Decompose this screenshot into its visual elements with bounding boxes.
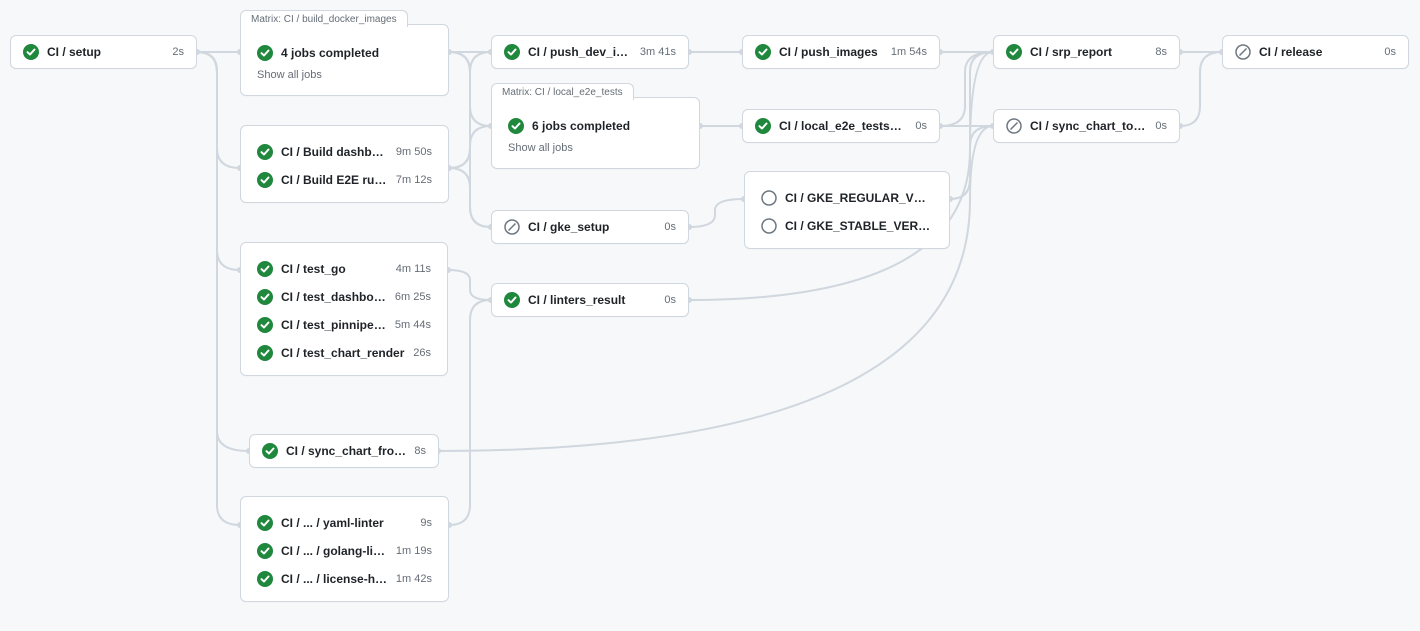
job-build-dashboard-image[interactable]: CI / Build dashboard i... 9m 50s (249, 138, 440, 166)
job-duration: 5m 44s (395, 319, 431, 331)
show-all-jobs-link[interactable]: Show all jobs (249, 67, 440, 81)
job-label: CI / test_go (281, 262, 388, 276)
job-duration: 1m 19s (396, 545, 432, 557)
pending-icon (761, 218, 777, 234)
job-label: CI / sync_chart_from_bitna... (286, 444, 406, 458)
matrix-summary-row[interactable]: 4 jobs completed (249, 39, 440, 67)
success-icon (257, 543, 273, 559)
job-yaml-linter[interactable]: CI / ... / yaml-linter 9s (249, 509, 440, 537)
job-duration: 9s (420, 517, 432, 529)
job-label: CI / GKE_REGULAR_VERSION... (785, 191, 933, 205)
success-icon (257, 261, 273, 277)
success-icon (1006, 44, 1022, 60)
job-sync-chart-to-bitnami[interactable]: CI / sync_chart_to_bitnami 0s (993, 109, 1180, 143)
pending-icon (761, 190, 777, 206)
job-gke-stable-version[interactable]: CI / GKE_STABLE_VERSION / ... (753, 212, 941, 240)
job-gke-regular-version[interactable]: CI / GKE_REGULAR_VERSION... (753, 184, 941, 212)
job-test-chart-render[interactable]: CI / test_chart_render 26s (249, 339, 439, 367)
job-label: CI / push_images (779, 45, 883, 59)
job-duration: 26s (413, 347, 431, 359)
job-group-linters: CI / ... / yaml-linter 9s CI / ... / gol… (240, 496, 449, 602)
job-label: CI / setup (47, 45, 164, 59)
matrix-tab: Matrix: CI / build_docker_images (240, 10, 408, 27)
job-local-e2e-tests-result[interactable]: CI / local_e2e_tests_result 0s (742, 109, 940, 143)
job-duration: 0s (664, 294, 676, 306)
job-label: CI / test_dashboard (281, 290, 387, 304)
skipped-icon (504, 219, 520, 235)
job-duration: 9m 50s (396, 146, 432, 158)
success-icon (257, 571, 273, 587)
job-duration: 0s (1155, 120, 1167, 132)
job-label: CI / test_pinniped_proxy (281, 318, 387, 332)
job-duration: 7m 12s (396, 174, 432, 186)
matrix-build-docker-images[interactable]: Matrix: CI / build_docker_images 4 jobs … (240, 24, 449, 96)
success-icon (257, 515, 273, 531)
matrix-summary: 4 jobs completed (281, 46, 432, 60)
skipped-icon (1006, 118, 1022, 134)
success-icon (257, 289, 273, 305)
job-sync-chart-from-bitnami[interactable]: CI / sync_chart_from_bitna... 8s (249, 434, 439, 468)
job-duration: 0s (1384, 46, 1396, 58)
job-label: CI / ... / golang-linter (281, 544, 388, 558)
job-duration: 4m 11s (396, 263, 431, 275)
job-label: CI / ... / license-header... (281, 572, 388, 586)
workflow-connectors (0, 0, 1420, 631)
matrix-tab: Matrix: CI / local_e2e_tests (491, 83, 634, 100)
job-test-dashboard[interactable]: CI / test_dashboard 6m 25s (249, 283, 439, 311)
success-icon (504, 292, 520, 308)
job-duration: 1m 42s (396, 573, 432, 585)
job-label: CI / GKE_STABLE_VERSION / ... (785, 219, 933, 233)
job-group-build: CI / Build dashboard i... 9m 50s CI / Bu… (240, 125, 449, 203)
job-srp-report[interactable]: CI / srp_report 8s (993, 35, 1180, 69)
success-icon (508, 118, 524, 134)
skipped-icon (1235, 44, 1251, 60)
job-group-tests: CI / test_go 4m 11s CI / test_dashboard … (240, 242, 448, 376)
show-all-jobs-link[interactable]: Show all jobs (500, 140, 691, 154)
success-icon (257, 45, 273, 61)
job-label: CI / sync_chart_to_bitnami (1030, 119, 1147, 133)
job-duration: 0s (664, 221, 676, 233)
job-push-dev-images[interactable]: CI / push_dev_images 3m 41s (491, 35, 689, 69)
job-duration: 3m 41s (640, 46, 676, 58)
job-linters-result[interactable]: CI / linters_result 0s (491, 283, 689, 317)
job-setup[interactable]: CI / setup 2s (10, 35, 197, 69)
success-icon (257, 345, 273, 361)
success-icon (257, 317, 273, 333)
job-release[interactable]: CI / release 0s (1222, 35, 1409, 69)
success-icon (257, 172, 273, 188)
success-icon (262, 443, 278, 459)
matrix-summary: 6 jobs completed (532, 119, 683, 133)
job-duration: 0s (915, 120, 927, 132)
job-test-pinniped-proxy[interactable]: CI / test_pinniped_proxy 5m 44s (249, 311, 439, 339)
success-icon (23, 44, 39, 60)
job-label: CI / push_dev_images (528, 45, 632, 59)
job-label: CI / ... / yaml-linter (281, 516, 412, 530)
job-gke-setup[interactable]: CI / gke_setup 0s (491, 210, 689, 244)
job-label: CI / test_chart_render (281, 346, 405, 360)
job-label: CI / local_e2e_tests_result (779, 119, 907, 133)
success-icon (755, 118, 771, 134)
job-build-e2e-runner-image[interactable]: CI / Build E2E runner im... 7m 12s (249, 166, 440, 194)
matrix-summary-row[interactable]: 6 jobs completed (500, 112, 691, 140)
job-duration: 2s (172, 46, 184, 58)
success-icon (755, 44, 771, 60)
job-golang-linter[interactable]: CI / ... / golang-linter 1m 19s (249, 537, 440, 565)
job-label: CI / srp_report (1030, 45, 1147, 59)
job-duration: 8s (1155, 46, 1167, 58)
job-label: CI / linters_result (528, 293, 656, 307)
job-label: CI / gke_setup (528, 220, 656, 234)
job-group-gke-versions: CI / GKE_REGULAR_VERSION... CI / GKE_STA… (744, 171, 950, 249)
matrix-local-e2e-tests[interactable]: Matrix: CI / local_e2e_tests 6 jobs comp… (491, 97, 700, 169)
job-label: CI / Build E2E runner im... (281, 173, 388, 187)
job-license-header-linter[interactable]: CI / ... / license-header... 1m 42s (249, 565, 440, 593)
job-test-go[interactable]: CI / test_go 4m 11s (249, 255, 439, 283)
job-duration: 6m 25s (395, 291, 431, 303)
job-duration: 8s (414, 445, 426, 457)
success-icon (257, 144, 273, 160)
job-label: CI / release (1259, 45, 1376, 59)
success-icon (504, 44, 520, 60)
job-push-images[interactable]: CI / push_images 1m 54s (742, 35, 940, 69)
job-label: CI / Build dashboard i... (281, 145, 388, 159)
job-duration: 1m 54s (891, 46, 927, 58)
